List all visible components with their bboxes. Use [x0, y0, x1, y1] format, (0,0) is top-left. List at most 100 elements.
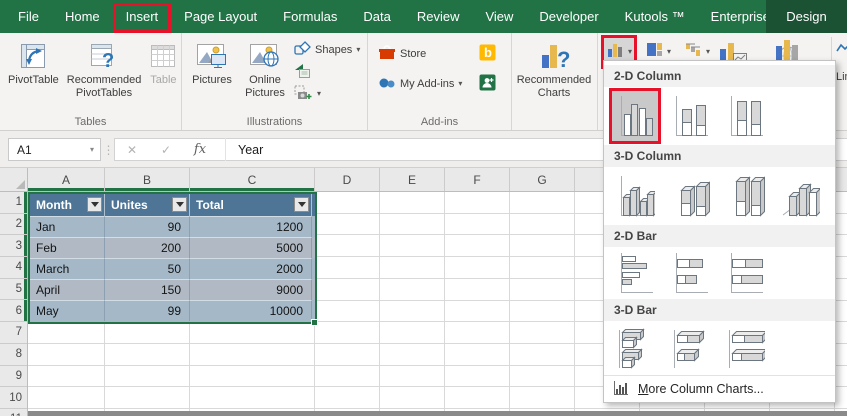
cell-A3[interactable]: Feb — [30, 237, 105, 258]
gallery-icon-row — [604, 247, 835, 299]
excel-table[interactable]: MonthUnites Total Jan901200 Feb2005000 March… — [28, 192, 317, 324]
pivottable-button[interactable]: PivotTable — [4, 36, 63, 89]
stacked-100-bar-icon[interactable] — [722, 248, 768, 298]
column-3d-icon[interactable] — [777, 171, 823, 221]
cell-B4[interactable]: 50 — [105, 258, 190, 279]
column-header-A[interactable]: A — [28, 168, 105, 191]
row-header-1[interactable]: 1 — [0, 192, 27, 214]
row-header-6[interactable]: 6 — [0, 300, 27, 322]
row-header-9[interactable]: 9 — [0, 366, 27, 388]
cancel-icon[interactable]: ✕ — [115, 143, 149, 157]
smartart-button[interactable] — [294, 63, 360, 81]
clustered-column-icon[interactable] — [612, 91, 658, 141]
column-header-F[interactable]: F — [445, 168, 510, 191]
row-header-10[interactable]: 10 — [0, 387, 27, 409]
column-header-D[interactable]: D — [315, 168, 380, 191]
tab-formulas[interactable]: Formulas — [270, 0, 350, 33]
stacked-100-column-icon[interactable] — [722, 91, 768, 141]
filter-dropdown-button[interactable] — [172, 197, 187, 212]
cell-B3[interactable]: 200 — [105, 237, 190, 258]
cell-B5[interactable]: 150 — [105, 279, 190, 300]
screenshot-button[interactable]: ▾ — [294, 85, 360, 103]
more-column-charts-item[interactable]: More Column Charts... — [604, 375, 835, 402]
my-addins-button[interactable]: My Add-ins ▾ — [378, 76, 462, 93]
shapes-button[interactable]: Shapes ▾ — [294, 41, 360, 59]
cell-C6[interactable]: 10000 — [190, 300, 312, 321]
table-header-unites: Unites — [105, 194, 190, 216]
tab-data[interactable]: Data — [350, 0, 403, 33]
name-box[interactable]: A1 ▾ — [8, 138, 101, 161]
fill-handle[interactable] — [311, 319, 318, 326]
column-header-G[interactable]: G — [510, 168, 575, 191]
clustered-bar-icon[interactable] — [612, 248, 658, 298]
bing-maps-button[interactable]: b — [479, 44, 496, 64]
cell-A4[interactable]: March — [30, 258, 105, 279]
filter-dropdown-button[interactable] — [87, 197, 102, 212]
gallery-section-title: 3-D Column — [604, 145, 835, 167]
tab-design[interactable]: Design — [786, 0, 826, 33]
column-header-B[interactable]: B — [105, 168, 190, 191]
stacked-bar-icon[interactable] — [667, 248, 713, 298]
recommended-pivottables-icon: ? — [89, 38, 119, 74]
stacked-column-icon[interactable] — [667, 91, 713, 141]
cell-C3[interactable]: 5000 — [190, 237, 312, 258]
insert-function-icon[interactable]: fx — [183, 142, 217, 157]
tab-insert[interactable]: Insert — [113, 0, 172, 33]
cell-B2[interactable]: 90 — [105, 216, 190, 237]
stacked-100-bar-3d-icon[interactable] — [722, 323, 768, 373]
line-sparkline-label: Lin — [836, 71, 847, 83]
clustered-bar-3d-icon[interactable] — [612, 323, 658, 373]
select-all-corner[interactable] — [0, 168, 28, 192]
name-box-dropdown-icon[interactable]: ▾ — [90, 146, 94, 154]
tab-home[interactable]: Home — [52, 0, 113, 33]
cell-C5[interactable]: 9000 — [190, 279, 312, 300]
stacked-column-3d-icon[interactable] — [667, 171, 713, 221]
row-header-7[interactable]: 7 — [0, 322, 27, 344]
stacked-100-column-3d-icon[interactable] — [722, 171, 768, 221]
table-header-label: Total — [196, 198, 224, 212]
pictures-button[interactable]: Pictures — [186, 36, 238, 89]
tab-developer[interactable]: Developer — [526, 0, 611, 33]
tab-file[interactable]: File — [5, 0, 52, 33]
tab-view[interactable]: View — [472, 0, 526, 33]
tab-kutools[interactable]: Kutools ™ — [612, 0, 698, 33]
table-header-month: Month — [30, 194, 105, 216]
store-button[interactable]: Store — [378, 44, 426, 64]
table-button[interactable]: Table — [145, 36, 181, 89]
online-pictures-label: Online Pictures — [242, 74, 288, 100]
clustered-column-3d-icon[interactable] — [612, 171, 658, 221]
cell-C4[interactable]: 2000 — [190, 258, 312, 279]
filter-dropdown-button[interactable] — [294, 197, 309, 212]
recommended-pivottables-button[interactable]: ? Recommended PivotTables — [63, 36, 146, 102]
cell-A2[interactable]: Jan — [30, 216, 105, 237]
row-header-5[interactable]: 5 — [0, 279, 27, 301]
row-header-8[interactable]: 8 — [0, 344, 27, 366]
column-header-E[interactable]: E — [380, 168, 445, 191]
row-header-11[interactable]: 11 — [0, 409, 27, 416]
stacked-bar-3d-icon[interactable] — [667, 323, 713, 373]
store-label: Store — [400, 48, 426, 60]
cell-B6[interactable]: 99 — [105, 300, 190, 321]
tables-group-label: Tables — [0, 116, 181, 128]
tab-page-layout[interactable]: Page Layout — [171, 0, 270, 33]
people-addin-button[interactable] — [479, 74, 496, 94]
recommended-charts-button[interactable]: ? Recommended Charts — [516, 36, 592, 102]
line-sparkline-button[interactable]: Lin — [836, 41, 847, 83]
column-header-L[interactable]: L — [835, 168, 847, 191]
row-header-2[interactable]: 2 — [0, 214, 27, 236]
enter-check-icon[interactable]: ✓ — [149, 143, 183, 157]
cell-C2[interactable]: 1200 — [190, 216, 312, 237]
online-pictures-button[interactable]: Online Pictures — [238, 36, 292, 102]
cell-A5[interactable]: April — [30, 279, 105, 300]
shapes-label: Shapes — [315, 44, 352, 56]
recommended-pivottables-label: Recommended PivotTables — [67, 74, 142, 100]
chart-gallery-sections: 2-D Column3-D Column2-D Bar3-D Bar — [604, 65, 835, 375]
row-header-3[interactable]: 3 — [0, 235, 27, 257]
row-header-4[interactable]: 4 — [0, 257, 27, 279]
pivottable-icon — [18, 38, 48, 74]
gridline — [509, 192, 510, 416]
cell-A6[interactable]: May — [30, 300, 105, 321]
tab-review[interactable]: Review — [404, 0, 473, 33]
online-pictures-icon — [249, 38, 281, 74]
column-header-C[interactable]: C — [190, 168, 315, 191]
